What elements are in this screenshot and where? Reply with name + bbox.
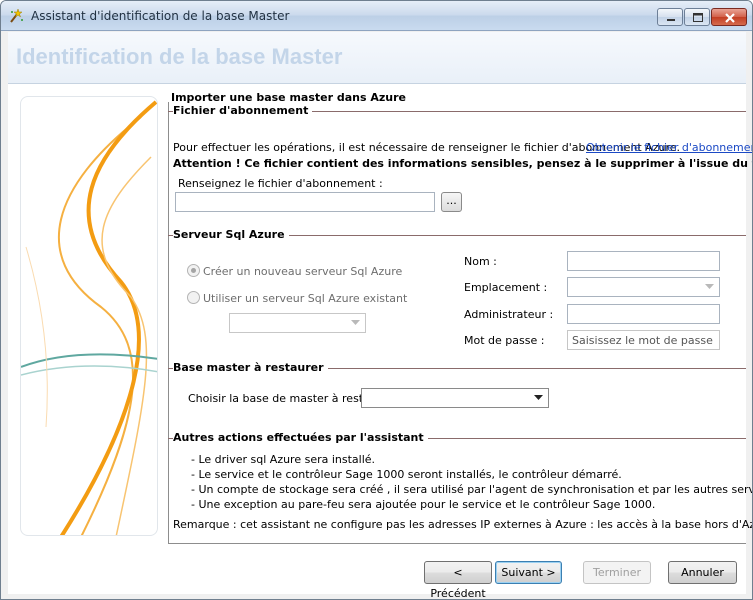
location-select[interactable] — [567, 277, 720, 297]
action-item: - Le driver sql Azure sera installé. — [191, 453, 376, 466]
action-item: - Un compte de stockage sera créé , il s… — [191, 483, 753, 496]
window-title: Assistant d'identification de la base Ma… — [31, 9, 290, 23]
group-title-sql-server: Serveur Sql Azure — [173, 228, 289, 241]
previous-button[interactable]: < Précédent — [424, 561, 492, 599]
restore-base-select[interactable] — [361, 388, 549, 408]
group-title-restore: Base master à restaurer — [173, 361, 328, 374]
sensitive-warning: Attention ! Ce fichier contient des info… — [173, 157, 752, 170]
finish-button[interactable]: Terminer — [583, 561, 651, 584]
radio-new-server-label[interactable]: Créer un nouveau serveur Sql Azure — [203, 265, 402, 278]
main-panel: Importer une base master dans Azure Fich… — [168, 91, 752, 544]
minimize-icon — [667, 19, 675, 21]
remark-text: Remarque : cet assistant ne configure pa… — [173, 518, 752, 531]
group-title-subscription: Fichier d'abonnement — [173, 104, 313, 117]
next-button[interactable]: Suivant > — [495, 561, 562, 584]
page-title: Identification de la base Master — [16, 44, 343, 69]
server-name-input[interactable] — [567, 251, 720, 271]
radio-existing-server-label[interactable]: Utiliser un serveur Sql Azure existant — [203, 292, 407, 305]
chevron-down-icon — [703, 280, 717, 294]
file-field-label: Renseignez le fichier d'abonnement : — [178, 177, 383, 190]
password-input[interactable]: Saisissez le mot de passe — [567, 330, 720, 350]
minimize-button[interactable] — [657, 8, 683, 26]
browse-button[interactable]: ... — [441, 192, 462, 212]
decorative-side-panel — [20, 96, 158, 536]
action-item: - Le service et le contrôleur Sage 1000 … — [191, 468, 622, 481]
wizard-content: Identification de la base Master Importe… — [8, 32, 752, 594]
admin-label: Administrateur : — [464, 308, 554, 321]
chevron-down-icon — [349, 316, 363, 330]
radio-new-server[interactable] — [187, 264, 200, 277]
maximize-icon — [693, 13, 703, 22]
existing-server-select[interactable] — [229, 313, 366, 333]
section-title: Importer une base master dans Azure — [171, 91, 407, 104]
password-label: Mot de passe : — [464, 334, 545, 347]
wizard-window: Assistant d'identification de la base Ma… — [0, 0, 753, 600]
radio-existing-server[interactable] — [187, 291, 200, 304]
subscription-file-input[interactable] — [175, 192, 435, 212]
location-label: Emplacement : — [464, 281, 548, 294]
chevron-down-icon — [532, 391, 546, 405]
cancel-button[interactable]: Annuler — [668, 561, 737, 584]
wizard-header: Identification de la base Master — [8, 32, 746, 84]
wizard-app-icon — [9, 8, 25, 24]
action-item: - Une exception au pare-feu sera ajoutée… — [191, 498, 656, 511]
group-title-other-actions: Autres actions effectuées par l'assistan… — [173, 431, 428, 444]
name-label: Nom : — [464, 255, 497, 268]
title-bar[interactable]: Assistant d'identification de la base Ma… — [1, 1, 752, 31]
subscription-file-link[interactable]: Obtenir le fichier d'abonnement — [586, 141, 752, 154]
close-button[interactable] — [711, 8, 747, 26]
admin-input[interactable] — [567, 304, 720, 324]
close-icon — [725, 13, 735, 23]
maximize-button[interactable] — [684, 8, 710, 26]
swoosh-decoration — [21, 100, 157, 535]
